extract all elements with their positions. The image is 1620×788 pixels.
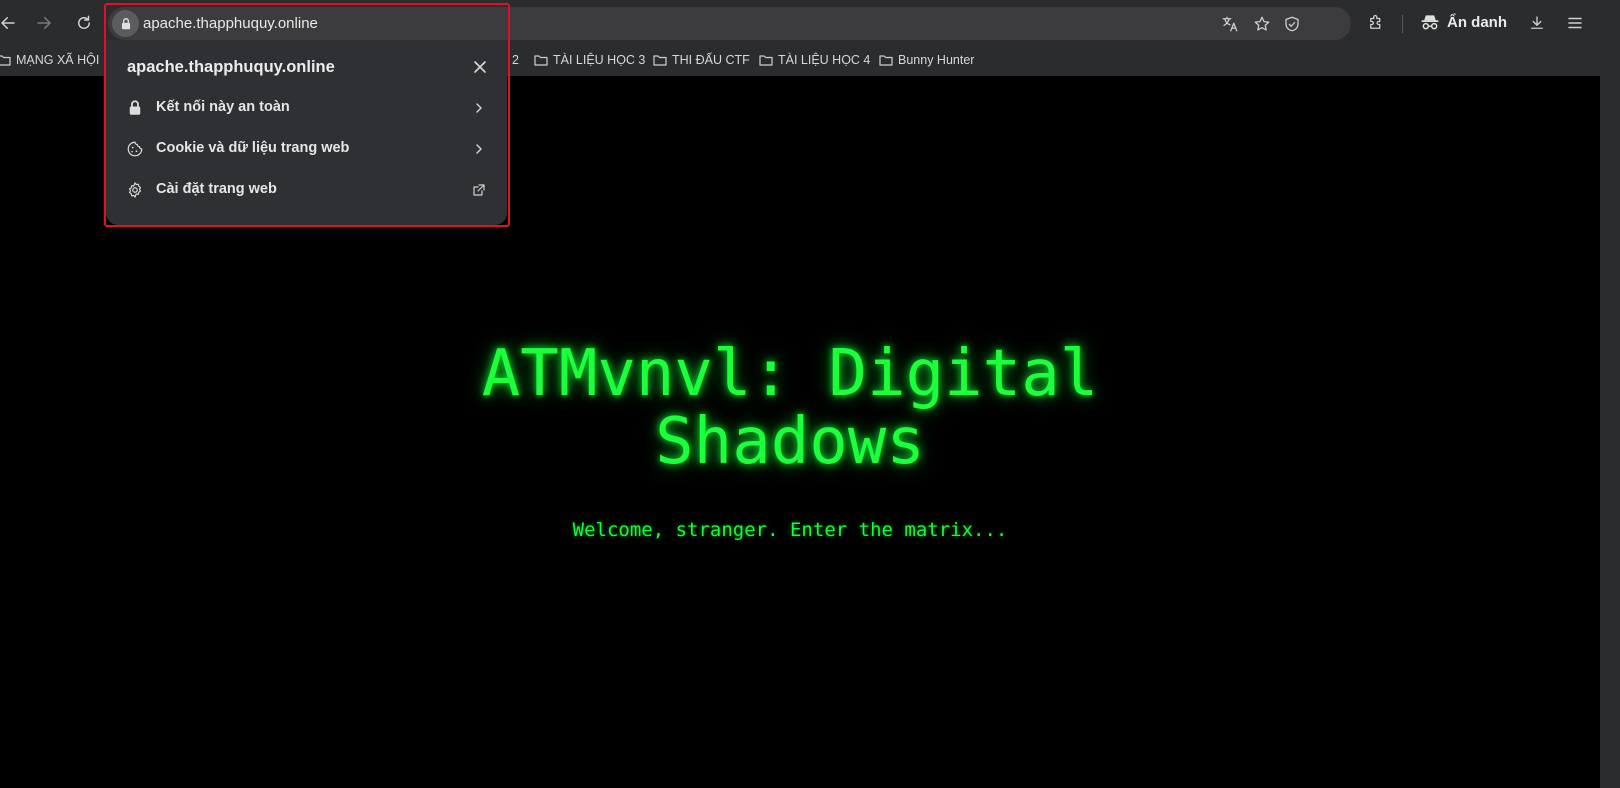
incognito-icon [1421,15,1439,30]
shield-button[interactable] [1282,14,1302,34]
bookmark-folder[interactable]: TÀI LIỆU HỌC 4 [759,53,870,67]
window-edge [1600,46,1620,788]
highlight-box [104,3,510,227]
reload-button[interactable] [71,10,97,36]
downloads-button[interactable] [1527,13,1547,33]
bookmark-folder[interactable]: MẠNG XÃ HỘI [0,53,99,67]
arrow-right-icon [37,17,51,29]
bookmark-folder[interactable]: TÀI LIỆU HỌC 3 [534,53,645,67]
folder-icon [0,55,11,66]
bookmark-label: 2 [512,53,519,67]
folder-icon [653,55,667,66]
back-button[interactable] [0,10,21,36]
translate-icon [1222,16,1238,32]
bookmark-label: TÀI LIỆU HỌC 3 [553,53,646,67]
toolbar-divider [1402,15,1403,33]
incognito-label: Ẩn danh [1447,13,1507,31]
puzzle-icon [1370,14,1381,29]
page-title-line1: ATMvnvl: Digital [481,337,1099,411]
arrow-left-icon [1,17,15,29]
bookmark-star-button[interactable] [1252,14,1272,34]
forward-button[interactable] [31,10,57,36]
page-title: ATMvnvl: Digital Shadows [0,340,1580,476]
hamburger-menu-icon [1568,17,1582,29]
page-subtitle: Welcome, stranger. Enter the matrix... [572,519,1008,541]
bookmark-label: THI ĐẤU CTF [672,53,750,67]
bookmark-label: MẠNG XÃ HỘI [16,53,100,67]
reload-icon [78,15,90,29]
page-title-line2: Shadows [655,405,925,479]
folder-icon [534,55,548,66]
bookmark-label: TÀI LIỆU HỌC 4 [778,53,871,67]
star-icon [1254,16,1270,31]
incognito-indicator[interactable]: Ẩn danh [1420,12,1507,32]
bookmark-folder[interactable]: THI ĐẤU CTF [653,53,750,67]
folder-icon [879,55,893,66]
translate-button[interactable] [1220,14,1240,34]
menu-button[interactable] [1565,13,1585,33]
folder-icon [759,55,773,66]
bookmark-folder[interactable]: Bunny Hunter [879,53,974,67]
shield-icon [1285,16,1299,32]
download-icon [1531,16,1543,29]
extensions-button[interactable] [1366,13,1386,33]
bookmark-folder[interactable]: 2 [512,53,519,67]
bookmark-label: Bunny Hunter [898,53,975,67]
